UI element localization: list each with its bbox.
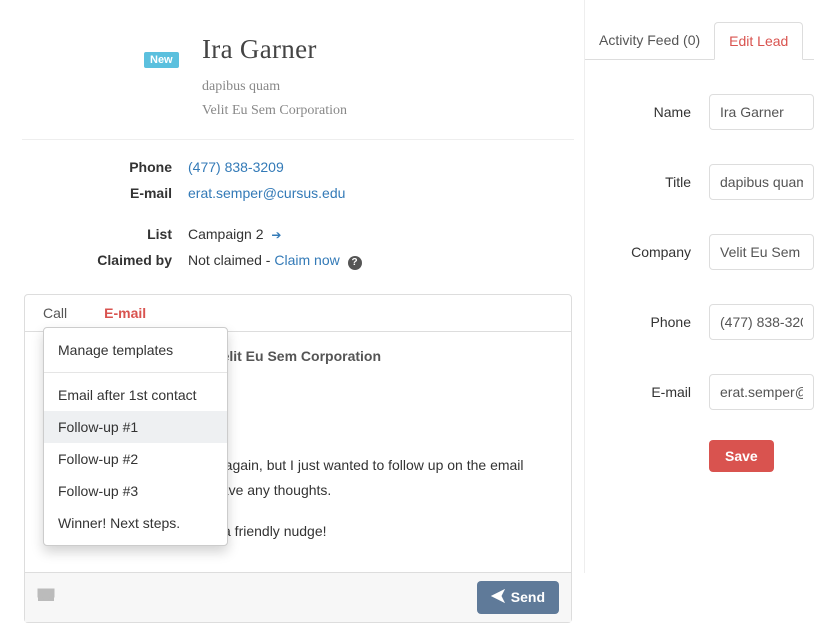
dropdown-divider — [44, 372, 227, 373]
help-icon[interactable]: ? — [348, 256, 362, 270]
save-button[interactable]: Save — [709, 440, 774, 472]
compose-line-3: have any thoughts. — [213, 480, 553, 501]
list-label: List — [12, 223, 188, 245]
compose-recipient: Velit Eu Sem Corporation — [213, 348, 553, 364]
new-badge: New — [144, 52, 179, 68]
email-label: E-mail — [12, 182, 188, 204]
field-phone-label: Phone — [603, 314, 695, 330]
tab-edit-lead[interactable]: Edit Lead — [714, 22, 803, 60]
claim-now-link[interactable]: Claim now — [274, 252, 339, 268]
compose-panel: Call E-mail Manage templates Email after… — [24, 294, 572, 623]
field-company-input[interactable] — [709, 234, 814, 270]
tab-activity-feed[interactable]: Activity Feed (0) — [585, 22, 714, 59]
field-name-label: Name — [603, 104, 695, 120]
compose-line-4: a friendly nudge! — [223, 521, 553, 542]
template-item-3[interactable]: Follow-up #3 — [44, 475, 227, 507]
email-link[interactable]: erat.semper@cursus.edu — [188, 185, 345, 201]
compose-line-2: u again, but I just wanted to follow up … — [213, 455, 553, 476]
phone-link[interactable]: (477) 838-3209 — [188, 159, 284, 175]
template-item-0[interactable]: Email after 1st contact — [44, 379, 227, 411]
inbox-icon[interactable] — [37, 588, 55, 607]
tab-call[interactable]: Call — [25, 295, 86, 331]
send-label: Send — [511, 589, 545, 605]
list-value: Campaign 2 — [188, 226, 264, 242]
compose-line-1: eat! — [193, 414, 553, 435]
template-item-2[interactable]: Follow-up #2 — [44, 443, 227, 475]
templates-dropdown: Manage templates Email after 1st contact… — [43, 327, 228, 546]
field-title-label: Title — [603, 174, 695, 190]
field-email-input[interactable] — [709, 374, 814, 410]
lead-name: Ira Garner — [202, 34, 584, 65]
field-name-input[interactable] — [709, 94, 814, 130]
send-icon — [491, 589, 505, 606]
template-item-4[interactable]: Winner! Next steps. — [44, 507, 227, 539]
tab-email[interactable]: E-mail — [86, 295, 165, 331]
claimed-label: Claimed by — [12, 249, 188, 271]
template-item-1[interactable]: Follow-up #1 — [44, 411, 227, 443]
claimed-prefix: Not claimed - — [188, 252, 274, 268]
lead-title: dapibus quam — [202, 79, 584, 95]
manage-templates-item[interactable]: Manage templates — [44, 334, 227, 366]
field-title-input[interactable] — [709, 164, 814, 200]
lead-company: Velit Eu Sem Corporation — [202, 103, 584, 119]
field-email-label: E-mail — [603, 384, 695, 400]
field-company-label: Company — [603, 244, 695, 260]
send-button[interactable]: Send — [477, 581, 559, 614]
divider — [22, 139, 574, 140]
arrow-right-icon[interactable]: ➔ — [271, 228, 281, 242]
field-phone-input[interactable] — [709, 304, 814, 340]
phone-label: Phone — [12, 156, 188, 178]
